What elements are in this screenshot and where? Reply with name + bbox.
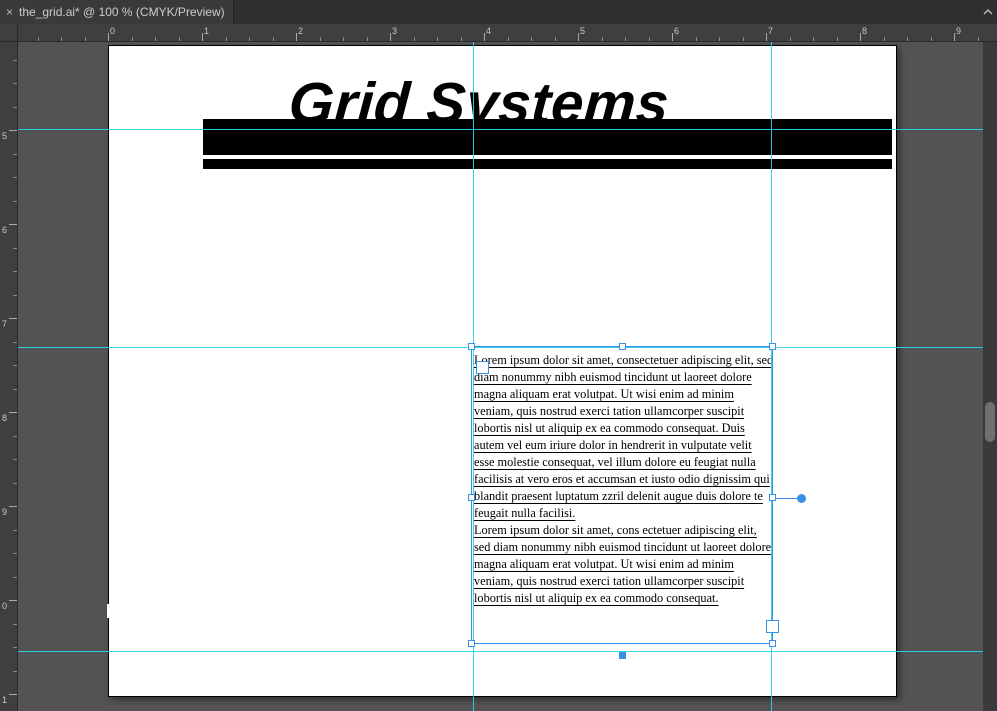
text-thread-link-line — [775, 498, 797, 499]
ruler-h-label: 4 — [486, 26, 491, 36]
ruler-h-label: 2 — [298, 26, 303, 36]
scrollbar-vertical[interactable] — [983, 42, 997, 711]
ruler-origin-corner[interactable] — [0, 24, 18, 42]
document-tab[interactable]: × the_grid.ai* @ 100 % (CMYK/Preview) — [0, 0, 234, 24]
canvas[interactable]: Grid Systems Lorem ipsum dolor sit amet,… — [18, 42, 997, 711]
ruler-vertical[interactable]: 5 6 7 8 9 0 1 — [0, 42, 18, 711]
text-thread-link-endpoint[interactable] — [797, 494, 806, 503]
ruler-h-label: 9 — [956, 26, 961, 36]
body-paragraph-2: Lorem ipsum dolor sit amet, cons ectetue… — [474, 522, 774, 607]
scrollbar-thumb[interactable] — [985, 402, 995, 442]
document-tab-title: the_grid.ai* @ 100 % (CMYK/Preview) — [19, 5, 225, 19]
ruler-h-label: 3 — [392, 26, 397, 36]
page-edge-marker — [107, 604, 110, 618]
ruler-horizontal[interactable]: 0 1 2 3 4 5 6 7 8 9 — [0, 24, 997, 42]
artboard[interactable]: Grid Systems Lorem ipsum dolor sit amet,… — [108, 45, 897, 697]
ruler-h-label: 0 — [110, 26, 115, 36]
black-bar-thick[interactable] — [203, 119, 892, 155]
document-tab-bar: × the_grid.ai* @ 100 % (CMYK/Preview) — [0, 0, 997, 24]
ruler-h-label: 8 — [862, 26, 867, 36]
ruler-v-label: 8 — [2, 413, 7, 423]
ruler-h-label: 1 — [204, 26, 209, 36]
ruler-v-label: 1 — [2, 695, 7, 705]
ruler-v-label: 9 — [2, 507, 7, 517]
body-paragraph-1: Lorem ipsum dolor sit amet, consectetuer… — [474, 352, 774, 522]
ruler-v-label: 6 — [2, 225, 7, 235]
ruler-h-label: 7 — [768, 26, 773, 36]
ruler-h-label: 5 — [580, 26, 585, 36]
ruler-v-label: 7 — [2, 319, 7, 329]
close-tab-icon[interactable]: × — [6, 6, 13, 18]
body-text-frame[interactable]: Lorem ipsum dolor sit amet, consectetuer… — [474, 352, 774, 607]
chevron-up-icon[interactable] — [983, 7, 993, 17]
ruler-v-label: 0 — [2, 601, 7, 611]
ruler-v-label: 5 — [2, 131, 7, 141]
black-bar-thin[interactable] — [203, 159, 892, 169]
ruler-h-label: 6 — [674, 26, 679, 36]
